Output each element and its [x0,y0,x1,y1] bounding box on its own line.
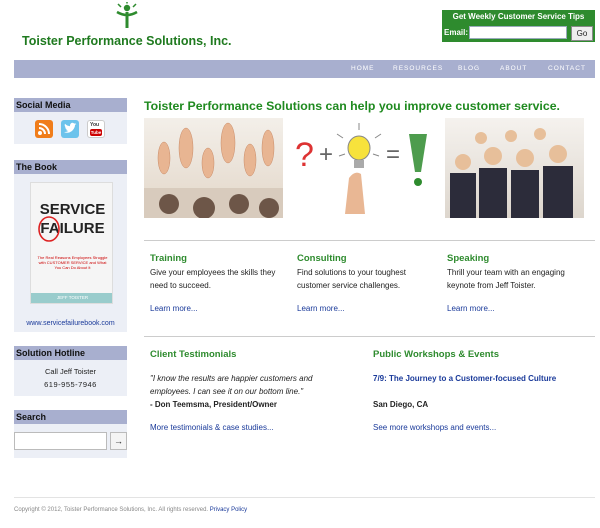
book-cover-image[interactable]: SERVICE FAILURE The Real Reasons Employe… [30,182,113,304]
nav-home[interactable]: HOME [351,65,375,72]
learn-more-training[interactable]: Learn more... [150,304,198,313]
nav-blog[interactable]: BLOG [458,65,480,72]
nav-about[interactable]: ABOUT [500,65,527,72]
service-title-consulting[interactable]: Consulting [297,253,347,264]
hero-image-formula: ? + = [291,118,437,218]
privacy-policy-link[interactable]: Privacy Policy [210,507,247,513]
more-testimonials-link[interactable]: More testimonials & case studies... [150,423,274,432]
testimonial-quote: "I know the results are happier customer… [150,374,313,396]
rss-icon[interactable] [35,120,53,138]
event-location: San Diego, CA [373,400,429,409]
company-name[interactable]: Toister Performance Solutions, Inc. [22,34,232,48]
service-title-training[interactable]: Training [150,253,187,264]
search-input[interactable] [14,432,107,450]
question-mark-icon: ? [295,136,314,174]
hotline-heading: Solution Hotline [14,346,127,360]
company-logo-icon [116,2,138,28]
svg-text:=: = [386,141,400,168]
section-divider [144,240,595,241]
book-website-link[interactable]: www.servicefailurebook.com [14,320,127,327]
footer: Copyright © 2012, Toister Performance So… [14,507,247,513]
twitter-icon[interactable] [61,120,79,138]
exclamation-mark-icon [409,134,427,186]
hero-image-audience [445,118,584,218]
service-text-speaking: Thrill your team with an engaging keynot… [447,268,565,290]
event-title-link[interactable]: 7/9: The Journey to a Customer-focused C… [373,372,563,385]
nav-contact[interactable]: CONTACT [548,65,586,72]
copyright-text: Copyright © 2012, Toister Performance So… [14,507,209,513]
service-text-consulting: Find solutions to your toughest customer… [297,268,406,290]
newsletter-title: Get Weekly Customer Service Tips [452,12,585,21]
search-heading: Search [14,410,127,424]
newsletter-go-button[interactable]: Go [571,26,593,41]
book-cover-author: JEFF TOISTER [31,293,112,303]
more-workshops-link[interactable]: See more workshops and events... [373,423,496,432]
main-nav: HOME RESOURCES BLOG ABOUT CONTACT [14,60,595,78]
learn-more-consulting[interactable]: Learn more... [297,304,345,313]
testimonial-author: - Don Teemsma, President/Owner [150,400,277,409]
footer-divider [14,497,595,498]
book-cover-subtitle: The Real Reasons Employees Struggle with… [37,255,108,270]
search-submit-button[interactable]: → [110,432,127,450]
red-f-stamp-icon [38,216,60,242]
testimonials-title: Client Testimonials [150,349,237,360]
learn-more-speaking[interactable]: Learn more... [447,304,495,313]
service-title-speaking[interactable]: Speaking [447,253,489,264]
nav-resources[interactable]: RESOURCES [393,65,443,72]
newsletter-email-input[interactable] [469,26,567,39]
email-label: Email: [444,28,469,37]
youtube-icon[interactable]: You Tube [87,120,105,138]
hotline-phone[interactable]: 619-955-7946 [14,380,127,389]
hero-image-hands-raised [144,118,283,218]
lightbulb-icon [336,123,382,214]
social-media-panel: You Tube [14,112,127,144]
svg-text:+: + [319,141,333,168]
workshops-title: Public Workshops & Events [373,349,499,360]
section-divider [144,336,595,337]
hotline-text: Call Jeff Toister [45,367,96,376]
book-heading: The Book [14,160,127,174]
hotline-panel: Call Jeff Toister 619-955-7946 [14,360,127,396]
page-title: Toister Performance Solutions can help y… [144,99,560,113]
social-media-heading: Social Media [14,98,127,112]
service-text-training: Give your employees the skills they need… [150,268,276,290]
